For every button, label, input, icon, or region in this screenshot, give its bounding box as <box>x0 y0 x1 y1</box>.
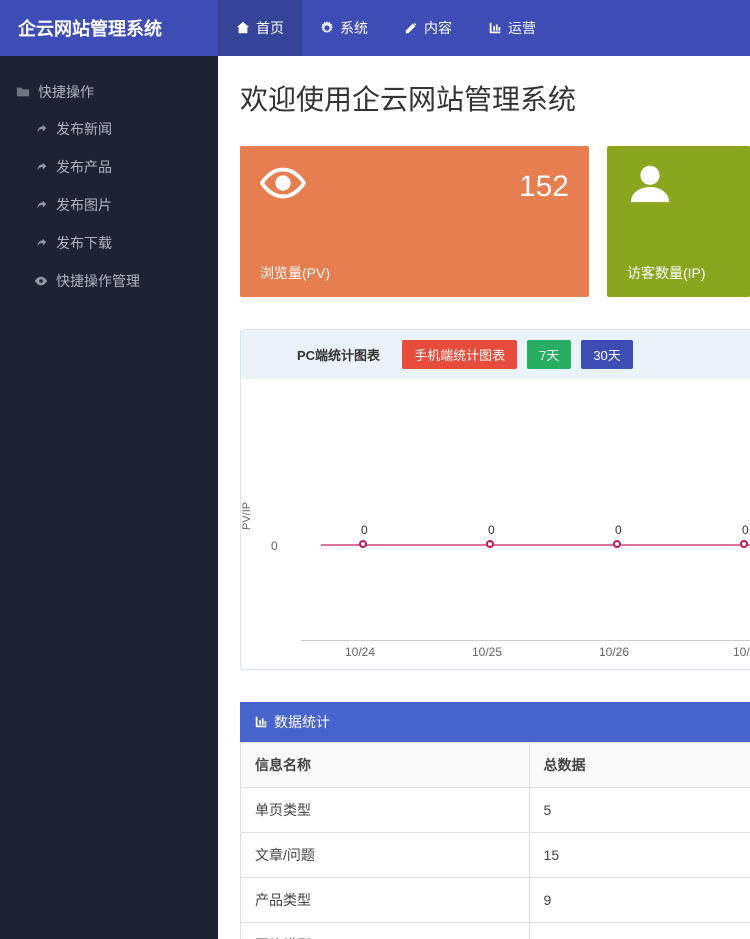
eye-icon <box>34 274 48 288</box>
chart-point <box>359 540 367 548</box>
chart-panel: PC端统计图表 手机端统计图表 7天 30天 PV/IP 0 0 0 0 0 1… <box>240 329 750 670</box>
chart-icon <box>488 21 502 35</box>
tab-7days[interactable]: 7天 <box>527 340 571 369</box>
sidebar-item-product[interactable]: 发布产品 <box>0 148 218 186</box>
stats-panel: 数据统计 信息名称 总数据 单页类型5 文章/问题15 产品类型9 图片模型9 … <box>240 702 750 939</box>
gear-icon <box>320 21 334 35</box>
card-pv-count: 152 <box>519 170 569 204</box>
nav-ops-label: 运营 <box>508 18 536 38</box>
top-header: 企云网站管理系统 首页 系统 内容 运营 <box>0 0 750 56</box>
card-pv[interactable]: 152 浏览量(PV) <box>240 146 589 297</box>
table-row: 产品类型9 <box>241 878 750 923</box>
sidebar-item-label: 发布产品 <box>56 157 112 177</box>
sidebar-item-label: 发布下载 <box>56 233 112 253</box>
table-row: 图片模型9 <box>241 923 750 939</box>
chart-icon <box>254 715 268 729</box>
sidebar-item-news[interactable]: 发布新闻 <box>0 110 218 148</box>
chart-point <box>486 540 494 548</box>
share-icon <box>34 198 48 212</box>
eye-icon <box>260 160 306 206</box>
sidebar-group-label: 快捷操作 <box>38 82 94 102</box>
stats-title: 数据统计 <box>274 712 330 732</box>
chart-value: 0 <box>742 523 749 537</box>
sidebar: 快捷操作 发布新闻 发布产品 发布图片 发布下载 快捷操作管理 <box>0 56 218 939</box>
chart-line <box>321 544 750 546</box>
brand-title: 企云网站管理系统 <box>0 15 218 41</box>
y-axis-label: PV/IP <box>241 502 253 530</box>
stats-table: 信息名称 总数据 单页类型5 文章/问题15 产品类型9 图片模型9 下载模型1 <box>240 742 750 939</box>
sidebar-item-label: 快捷操作管理 <box>56 271 140 291</box>
page-title: 欢迎使用企云网站管理系统 <box>240 78 750 118</box>
sidebar-item-label: 发布图片 <box>56 195 112 215</box>
chart-value: 0 <box>615 523 622 537</box>
table-row: 文章/问题15 <box>241 833 750 878</box>
sidebar-item-label: 发布新闻 <box>56 119 112 139</box>
edit-icon <box>404 21 418 35</box>
sidebar-group[interactable]: 快捷操作 <box>0 74 218 110</box>
table-header-row: 信息名称 总数据 <box>241 743 750 788</box>
card-pv-label: 浏览量(PV) <box>260 263 569 283</box>
nav-ops[interactable]: 运营 <box>470 0 554 56</box>
chart-point <box>740 540 748 548</box>
col-name: 信息名称 <box>241 743 530 788</box>
nav-system-label: 系统 <box>340 18 368 38</box>
nav-content-label: 内容 <box>424 18 452 38</box>
col-total: 总数据 <box>529 743 750 788</box>
chart-tabs: PC端统计图表 手机端统计图表 7天 30天 <box>241 330 750 379</box>
main-content: 欢迎使用企云网站管理系统 152 浏览量(PV) 访客数量(IP) PC端统计图… <box>218 56 750 939</box>
chart-point <box>613 540 621 548</box>
x-tick: 10/24 <box>345 645 375 659</box>
sidebar-item-download[interactable]: 发布下载 <box>0 224 218 262</box>
nav-content[interactable]: 内容 <box>386 0 470 56</box>
user-icon <box>627 160 673 206</box>
stats-header: 数据统计 <box>240 702 750 742</box>
x-tick: 10/26 <box>599 645 629 659</box>
nav-home[interactable]: 首页 <box>218 0 302 56</box>
x-tick: 10/ <box>733 645 750 659</box>
stat-cards: 152 浏览量(PV) 访客数量(IP) <box>240 146 750 297</box>
card-ip[interactable]: 访客数量(IP) <box>607 146 750 297</box>
chart-area: PV/IP 0 0 0 0 0 10/24 10/25 10/26 10/ <box>241 379 750 669</box>
folder-icon <box>16 85 30 99</box>
x-axis <box>301 640 750 641</box>
x-tick: 10/25 <box>472 645 502 659</box>
tab-mobile[interactable]: 手机端统计图表 <box>402 340 517 369</box>
sidebar-item-image[interactable]: 发布图片 <box>0 186 218 224</box>
chart-value: 0 <box>488 523 495 537</box>
y-tick: 0 <box>271 539 278 553</box>
share-icon <box>34 160 48 174</box>
card-ip-label: 访客数量(IP) <box>627 263 730 283</box>
sidebar-item-manage[interactable]: 快捷操作管理 <box>0 262 218 300</box>
nav-home-label: 首页 <box>256 18 284 38</box>
home-icon <box>236 21 250 35</box>
share-icon <box>34 122 48 136</box>
tab-pc[interactable]: PC端统计图表 <box>285 340 392 369</box>
top-nav: 首页 系统 内容 运营 <box>218 0 554 56</box>
table-row: 单页类型5 <box>241 788 750 833</box>
chart-value: 0 <box>361 523 368 537</box>
tab-30days[interactable]: 30天 <box>581 340 632 369</box>
share-icon <box>34 236 48 250</box>
nav-system[interactable]: 系统 <box>302 0 386 56</box>
